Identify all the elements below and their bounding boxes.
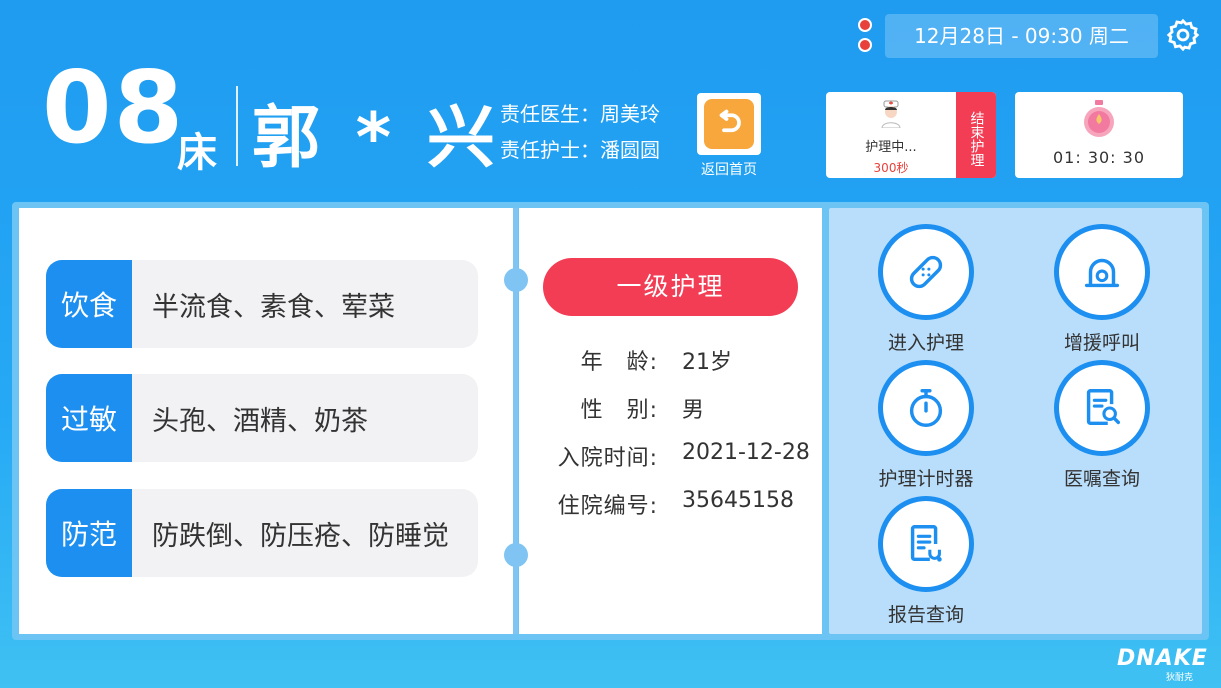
network-status-icons [858, 18, 876, 58]
enter-care-label: 进入护理 [887, 332, 964, 354]
nurse-icon [881, 100, 901, 129]
age-value: 21岁 [682, 350, 732, 375]
end-care-button[interactable]: 结束护理 [956, 92, 996, 178]
bed-unit: 床 [177, 130, 217, 176]
return-icon [719, 109, 741, 133]
bandage-icon [909, 255, 943, 289]
diet-tag: 饮食 [46, 260, 132, 348]
hospital-id-key: 住院编号: [557, 494, 658, 519]
doctor-label: 责任医生：周美玲 [500, 102, 660, 126]
nurse-label: 责任护士：潘圆圆 [500, 138, 660, 162]
header-divider [236, 86, 238, 166]
allergy-value: 头孢、酒精、奶茶 [152, 405, 368, 437]
care-timer-button[interactable]: 护理计时器 [866, 360, 986, 491]
backup-call-button[interactable]: 增援呼叫 [1042, 224, 1162, 355]
care-status-card: 护理中... 300秒 结束护理 [826, 92, 996, 178]
document-search-icon [1086, 389, 1121, 426]
home-button[interactable]: 返回首页 [697, 93, 761, 179]
report-query-button[interactable]: 报告查询 [866, 496, 986, 627]
backup-call-label: 增援呼叫 [1063, 332, 1140, 354]
enter-care-button[interactable]: 进入护理 [866, 224, 986, 355]
patient-name: 郭 * 兴 [252, 99, 501, 178]
care-seconds: 300秒 [873, 161, 909, 175]
stopwatch-icon [909, 389, 943, 427]
hospital-id-value: 35645158 [682, 488, 794, 513]
allergy-tag: 过敏 [46, 374, 132, 462]
diet-row: 饮食 半流食、素食、荤菜 [46, 260, 478, 348]
gender-key: 性 别: [580, 398, 658, 423]
home-label: 返回首页 [701, 162, 757, 178]
bed-number: 08 [42, 49, 186, 166]
admission-date-key: 入院时间: [557, 446, 658, 471]
brand-logo: DNAKE [1117, 646, 1208, 671]
admission-date-value: 2021-12-28 [682, 440, 810, 465]
spine-dot [504, 543, 528, 567]
precaution-value: 防跌倒、防压疮、防睡觉 [152, 520, 449, 552]
report-icon [910, 525, 942, 562]
alarm-icon [1084, 258, 1120, 288]
brand-subtitle: 狄耐克 [1166, 673, 1194, 683]
gender-value: 男 [682, 398, 705, 423]
timer-card: 01: 30: 30 [1015, 92, 1183, 178]
age-key: 年 龄: [580, 350, 658, 375]
network-icon [858, 18, 872, 32]
allergy-row: 过敏 头孢、酒精、奶茶 [46, 374, 478, 462]
gear-icon[interactable] [1166, 18, 1200, 52]
report-query-label: 报告查询 [887, 604, 964, 626]
alert-icon [858, 38, 872, 52]
care-timer-label: 护理计时器 [878, 468, 974, 490]
care-level-badge: 一级护理 [543, 258, 798, 316]
diet-value: 半流食、素食、荤菜 [152, 291, 395, 323]
admission-date-row: 入院时间: 2021-12-28 [540, 440, 810, 472]
spine-dot [504, 268, 528, 292]
gender-row: 性 别: 男 [540, 392, 704, 424]
care-status-text: 护理中... [865, 140, 917, 155]
stopwatch-pink-icon [1084, 100, 1114, 137]
datetime-display: 12月28日 - 09:30 周二 [885, 14, 1158, 58]
hospital-id-row: 住院编号: 35645158 [540, 488, 794, 520]
precaution-row: 防范 防跌倒、防压疮、防睡觉 [46, 489, 478, 577]
orders-query-label: 医嘱查询 [1063, 468, 1140, 490]
age-row: 年 龄: 21岁 [540, 344, 732, 376]
timer-value: 01: 30: 30 [1052, 148, 1146, 167]
precaution-tag: 防范 [46, 489, 132, 577]
staff-info: 责任医生：周美玲 责任护士：潘圆圆 [500, 96, 660, 168]
orders-query-button[interactable]: 医嘱查询 [1042, 360, 1162, 491]
